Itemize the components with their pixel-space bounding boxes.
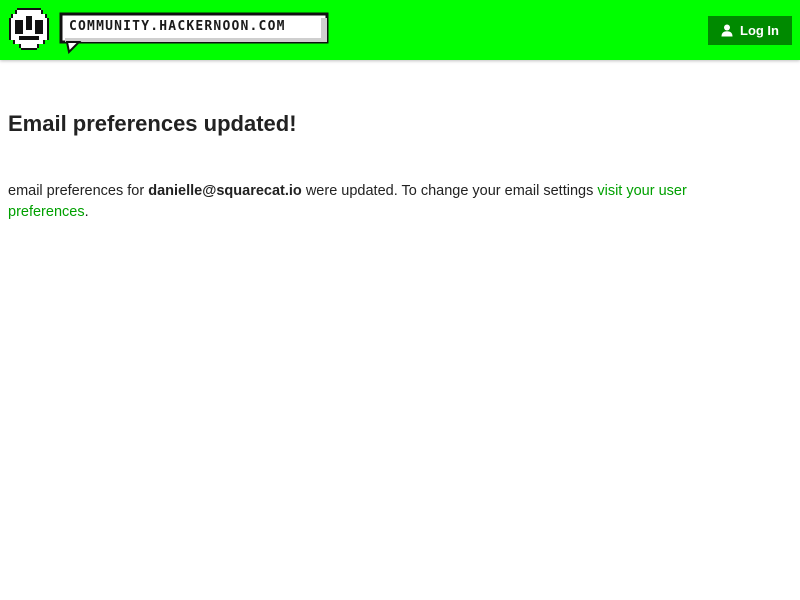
page-title: Email preferences updated! bbox=[8, 111, 297, 136]
message-prefix: email preferences for bbox=[8, 183, 149, 199]
login-button[interactable]: Log In bbox=[708, 16, 792, 45]
logo-wordmark: COMMUNITY.HACKERNOON.COM bbox=[59, 12, 329, 54]
message-middle: were updated. To change your email setti… bbox=[301, 183, 598, 199]
confirmation-message: email preferences for danielle@squarecat… bbox=[8, 181, 728, 223]
email-address: danielle@squarecat.io bbox=[148, 183, 302, 199]
login-label: Log In bbox=[740, 23, 779, 38]
home-logo-link[interactable]: COMMUNITY.HACKERNOON.COM bbox=[9, 8, 329, 54]
user-icon bbox=[721, 24, 733, 37]
hackernoon-logo-icon bbox=[9, 8, 49, 50]
site-header: COMMUNITY.HACKERNOON.COM Log In bbox=[0, 0, 800, 60]
message-suffix: . bbox=[84, 204, 89, 220]
logo-text: COMMUNITY.HACKERNOON.COM bbox=[69, 19, 286, 34]
main-content: Email preferences updated! email prefere… bbox=[8, 60, 768, 223]
